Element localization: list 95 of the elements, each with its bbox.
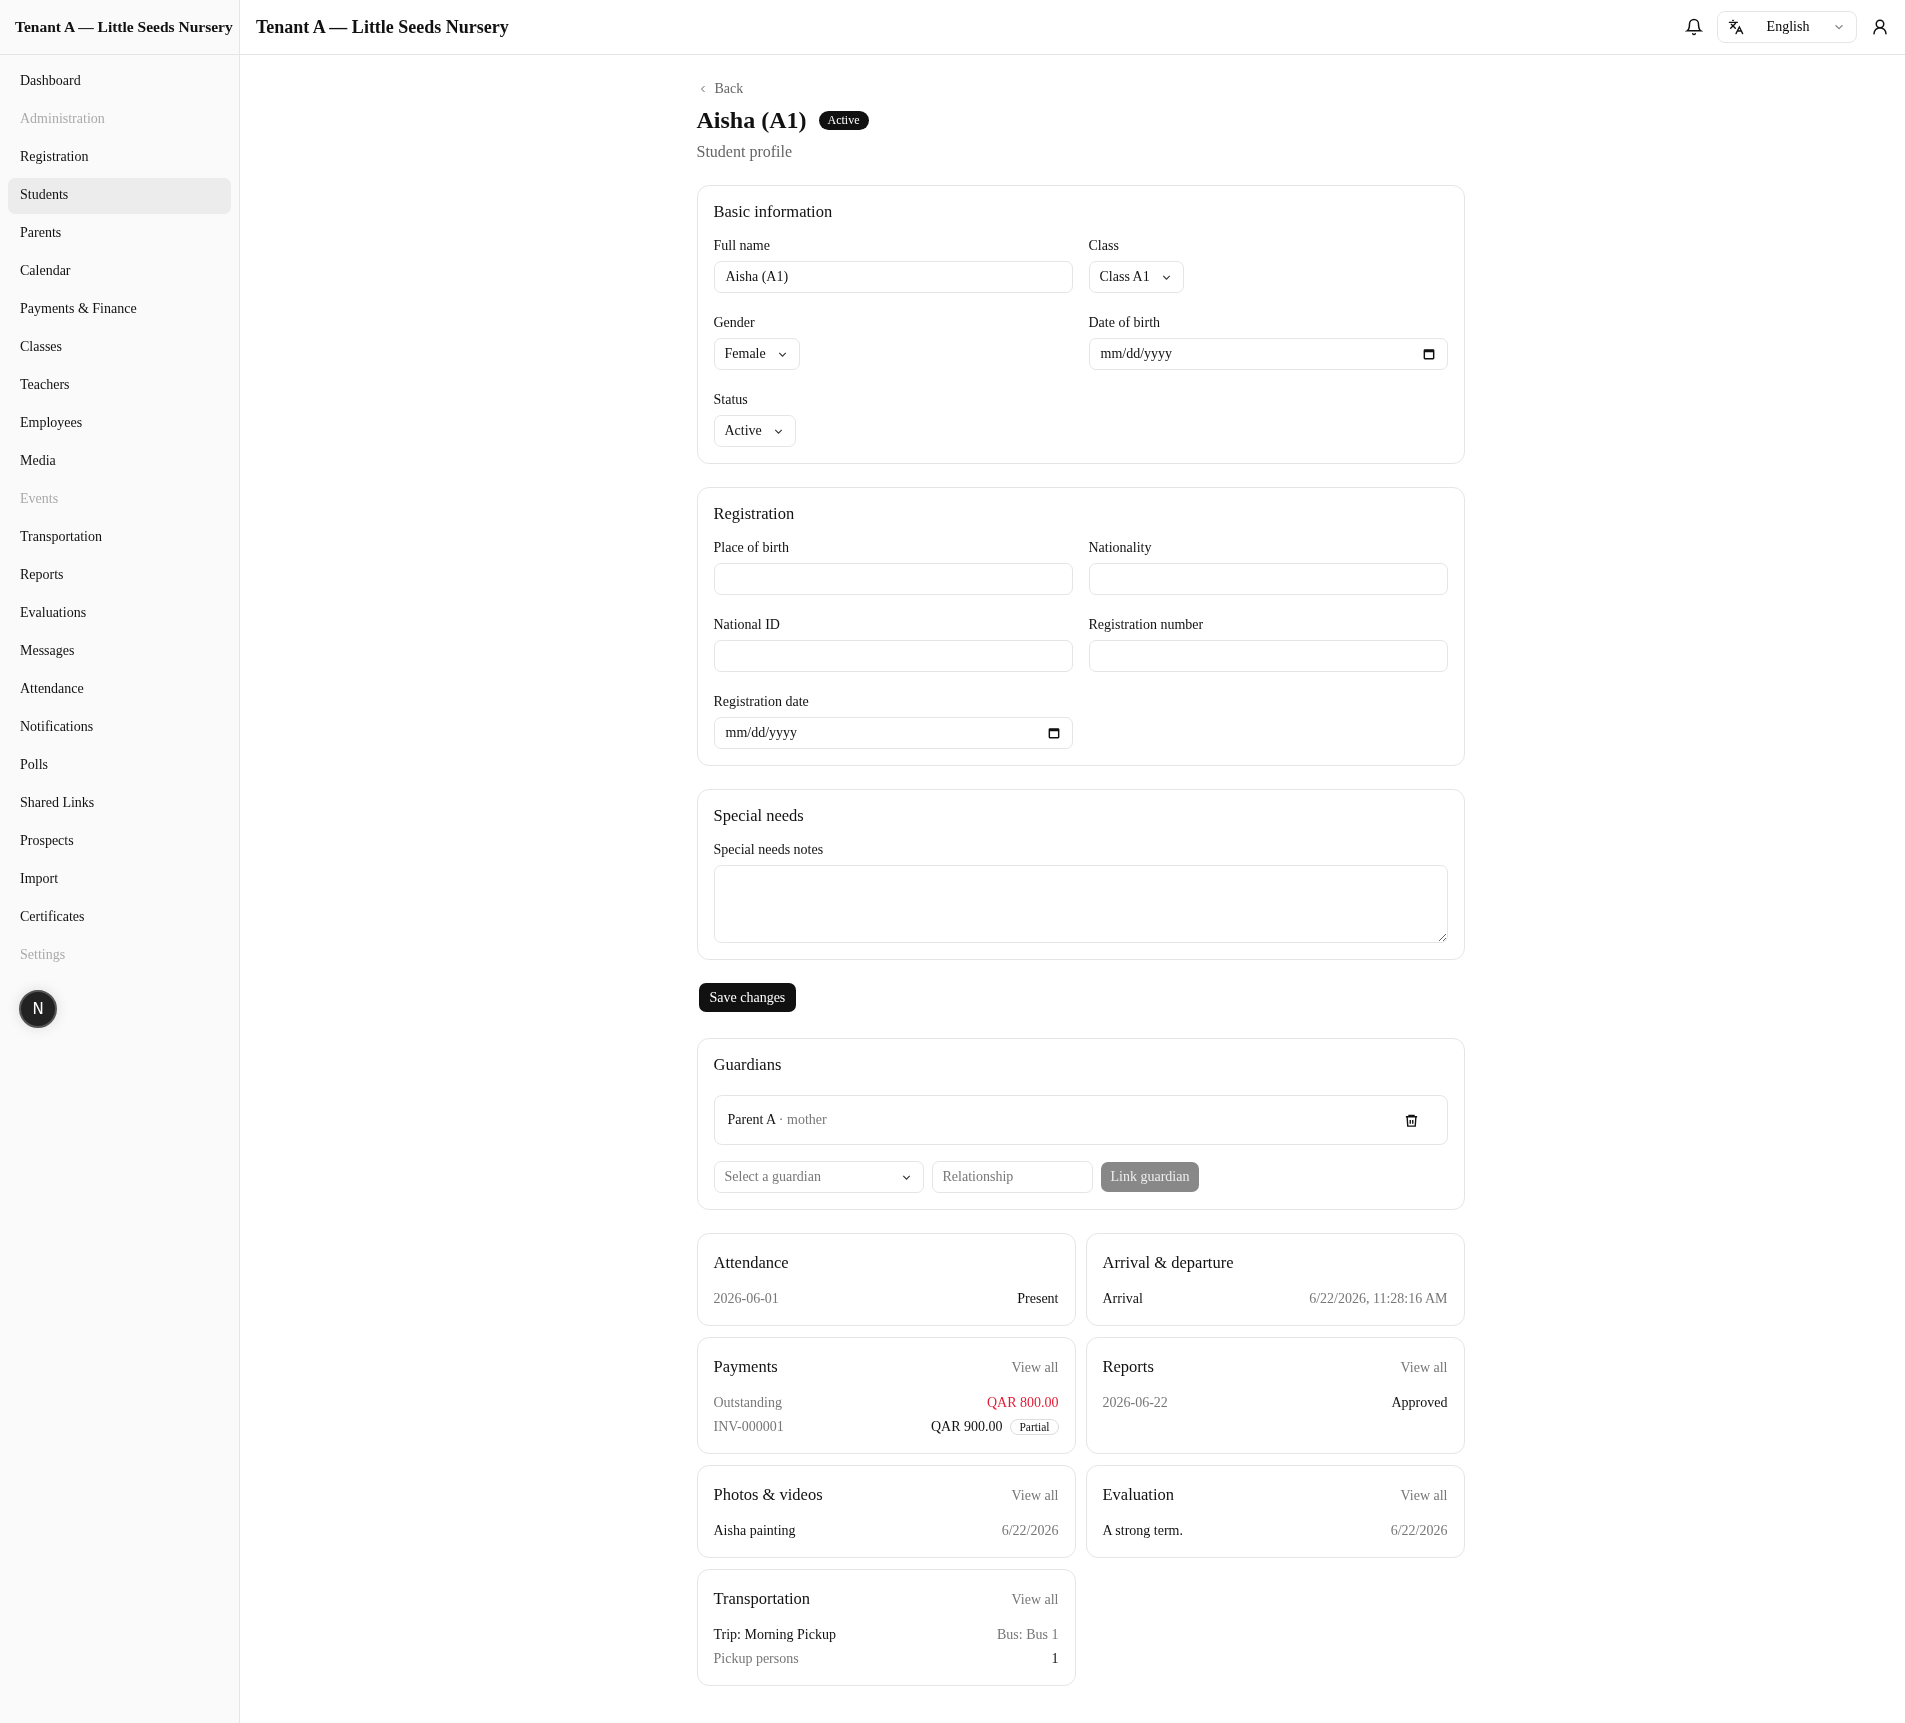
field-label: Status (713, 392, 748, 408)
trash-icon[interactable] (1403, 1112, 1419, 1128)
sidebar-item[interactable]: Prospects (8, 824, 231, 860)
field-label: Gender (713, 315, 755, 331)
sidebar-item[interactable]: Dashboard (8, 64, 231, 100)
row-value: 6/22/2026 (1001, 1523, 1059, 1539)
student-name: Aisha (A1) (696, 107, 807, 134)
input-field[interactable] (713, 640, 1073, 672)
card-title: Evaluation (1102, 1485, 1174, 1505)
input-field[interactable] (1088, 640, 1448, 672)
sidebar-item[interactable]: Registration (8, 140, 231, 176)
sidebar-item[interactable]: Shared Links (8, 786, 231, 822)
card-title: Payments (713, 1357, 778, 1377)
save-changes-button[interactable]: Save changes (698, 983, 797, 1012)
row-value: 6/22/2026 (1390, 1523, 1448, 1539)
relationship-field[interactable]: Relationship (931, 1161, 1093, 1193)
card-title: Photos & videos (713, 1485, 823, 1505)
sidebar-item[interactable]: Messages (8, 634, 231, 670)
view-all-link[interactable]: View all (1011, 1488, 1059, 1504)
row-label: INV-000001 (713, 1419, 784, 1435)
status-badge: Active (818, 111, 869, 130)
card-title: Reports (1102, 1357, 1154, 1377)
sidebar-item[interactable]: Teachers (8, 368, 231, 404)
translate-icon (1728, 19, 1744, 35)
row-value: Approved (1391, 1395, 1448, 1411)
sidebar-item[interactable]: Notifications (8, 710, 231, 746)
page-header-title: Tenant A — Little Seeds Nursery (256, 16, 509, 38)
input-field[interactable] (1088, 563, 1448, 595)
sidebar-item[interactable]: Transportation (8, 520, 231, 556)
select-field[interactable]: Active (713, 415, 796, 447)
sidebar-item[interactable]: Attendance (8, 672, 231, 708)
card-title: Arrival & departure (1102, 1253, 1234, 1273)
calendar-icon[interactable] (1421, 347, 1436, 361)
card-title: Transportation (713, 1589, 811, 1609)
sidebar-item[interactable]: Employees (8, 406, 231, 442)
field-label: Registration date (713, 694, 809, 710)
row-label: Outstanding (713, 1395, 782, 1411)
sidebar-item[interactable]: Calendar (8, 254, 231, 290)
sidebar-item[interactable]: Parents (8, 216, 231, 252)
notes-field[interactable] (713, 865, 1448, 943)
sidebar-item[interactable]: Classes (8, 330, 231, 366)
user-icon[interactable] (1871, 18, 1889, 36)
sidebar-item[interactable]: Reports (8, 558, 231, 594)
sidebar-item[interactable]: Evaluations (8, 596, 231, 632)
back-link[interactable]: Back (696, 81, 744, 97)
card-title: Registration (713, 504, 796, 524)
row-value: 1 (1051, 1651, 1059, 1667)
view-all-link[interactable]: View all (1011, 1592, 1059, 1608)
select-field[interactable]: Female (713, 338, 800, 370)
sidebar-item[interactable]: Import (8, 862, 231, 898)
row-label: Aisha painting (713, 1523, 796, 1539)
row-value: QAR 900.00 (930, 1419, 1003, 1435)
date-field[interactable]: mm/dd/yyyy (713, 717, 1073, 749)
view-all-link[interactable]: View all (1400, 1360, 1448, 1376)
row-label: 2026-06-01 (713, 1291, 779, 1307)
language-select[interactable]: English (1717, 11, 1857, 43)
sidebar-item[interactable]: Media (8, 444, 231, 480)
row-value: Bus: Bus 1 (997, 1627, 1059, 1643)
row-value: 6/22/2026, 11:28:16 AM (1309, 1291, 1448, 1307)
field-label: Place of birth (713, 540, 789, 556)
card-title: Basic information (713, 202, 834, 222)
bell-icon[interactable] (1685, 18, 1703, 36)
field-label: Registration number (1088, 617, 1204, 633)
view-all-link[interactable]: View all (1011, 1360, 1059, 1376)
row-label: A strong term. (1102, 1523, 1183, 1539)
calendar-icon[interactable] (1046, 726, 1061, 740)
guardian-select[interactable]: Select a guardian (713, 1161, 924, 1193)
row-value: Present (1017, 1291, 1059, 1307)
field-label: Date of birth (1088, 315, 1161, 331)
dev-indicator-button[interactable]: N (19, 990, 57, 1028)
row-label: Trip: Morning Pickup (713, 1627, 836, 1643)
row-label: 2026-06-22 (1102, 1395, 1168, 1411)
guardian-name: Parent A · mother (727, 1112, 827, 1128)
field-label: National ID (713, 617, 780, 633)
card-title: Special needs (713, 806, 805, 826)
row-label: Pickup persons (713, 1651, 799, 1667)
field-label: Special needs notes (713, 842, 824, 858)
row-label: Arrival (1102, 1291, 1143, 1307)
input-field[interactable]: Aisha (A1) (713, 261, 1073, 293)
field-label: Nationality (1088, 540, 1152, 556)
sidebar-item[interactable]: Certificates (8, 900, 231, 936)
date-field[interactable]: mm/dd/yyyy (1088, 338, 1448, 370)
page-subtitle: Student profile (696, 143, 794, 161)
sidebar-item[interactable]: Students (8, 178, 231, 214)
card-title: Attendance (713, 1253, 789, 1273)
input-field[interactable] (713, 563, 1073, 595)
view-all-link[interactable]: View all (1400, 1488, 1448, 1504)
select-field[interactable]: Class A1 (1088, 261, 1184, 293)
brand-name: Tenant A — Little Seeds Nursery (0, 0, 239, 55)
card-title: Guardians (713, 1055, 783, 1075)
row-value: QAR 800.00 (986, 1395, 1059, 1411)
sidebar-item[interactable]: Polls (8, 748, 231, 784)
sidebar-item[interactable]: Payments & Finance (8, 292, 231, 328)
field-label: Full name (713, 238, 770, 254)
field-label: Class (1088, 238, 1119, 254)
